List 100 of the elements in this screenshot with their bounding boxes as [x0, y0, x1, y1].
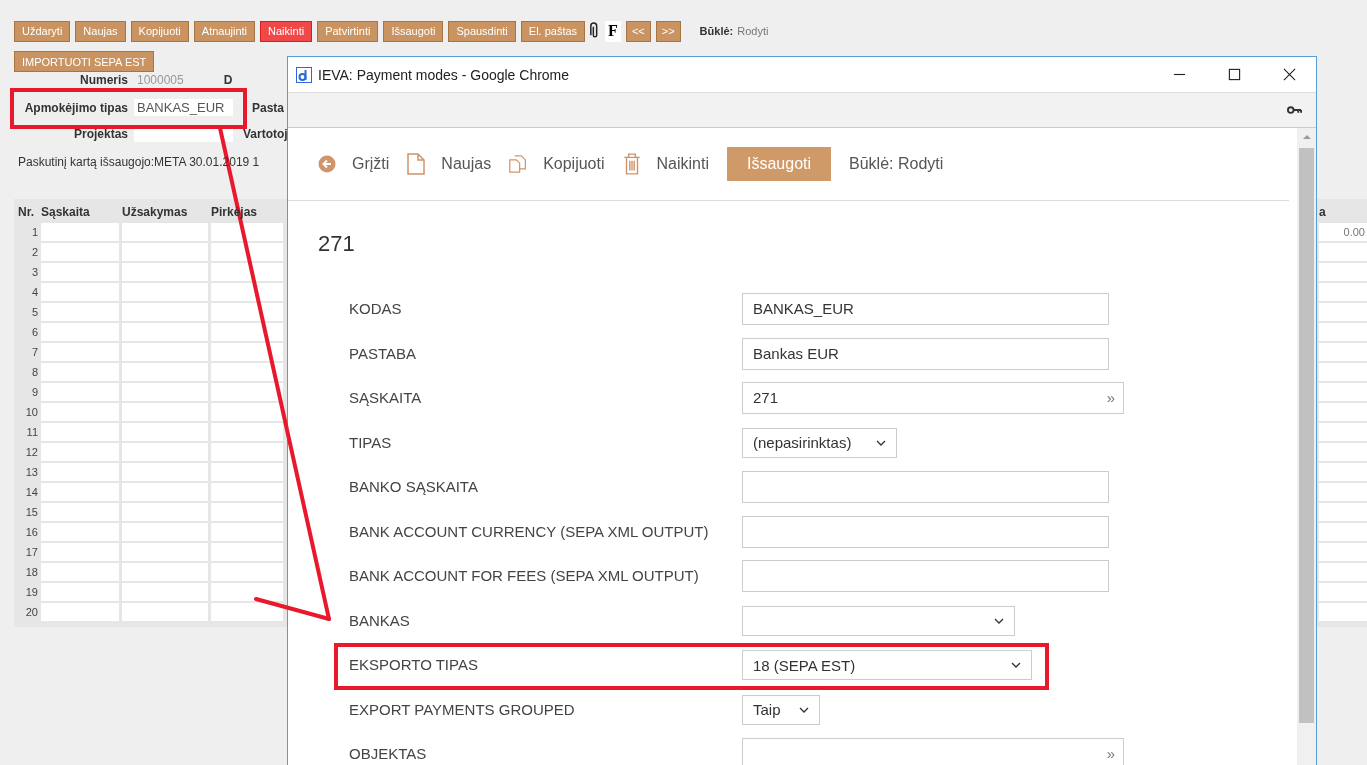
previous-button[interactable]: << [625, 20, 651, 42]
next-button[interactable]: >> [655, 20, 681, 42]
table-cell[interactable] [211, 543, 283, 561]
dropdown[interactable]: (nepasirinktas) [742, 427, 897, 458]
table-cell[interactable] [41, 363, 119, 381]
table-cell[interactable] [41, 383, 119, 401]
table-cell[interactable] [1319, 603, 1367, 621]
input-field[interactable] [742, 471, 1109, 503]
table-cell[interactable] [1319, 383, 1367, 401]
table-cell[interactable] [41, 283, 119, 301]
table-cell[interactable] [211, 223, 283, 241]
field-value[interactable]: BANKAS_EUR [134, 99, 233, 116]
table-cell[interactable] [1319, 423, 1367, 441]
table-cell[interactable] [122, 563, 208, 581]
table-cell[interactable] [1319, 503, 1367, 521]
toolbar-button[interactable]: Kopijuoti [130, 20, 189, 42]
toolbar-button[interactable]: Atnaujinti [193, 20, 256, 42]
table-cell[interactable] [211, 303, 283, 321]
scrollbar[interactable] [1297, 128, 1316, 765]
import-button[interactable]: IMPORTUOTI SEPA EST [14, 51, 155, 72]
table-cell[interactable] [122, 423, 208, 441]
table-cell[interactable] [122, 303, 208, 321]
dropdown[interactable]: 18 (SEPA EST) [742, 650, 1032, 680]
table-cell[interactable] [211, 403, 283, 421]
table-cell[interactable] [122, 243, 208, 261]
table-cell[interactable] [41, 303, 119, 321]
table-cell[interactable] [211, 283, 283, 301]
table-cell[interactable] [122, 403, 208, 421]
table-cell[interactable] [41, 503, 119, 521]
input-field[interactable]: Bankas EUR [742, 337, 1109, 370]
table-cell[interactable] [211, 583, 283, 601]
table-cell[interactable] [211, 523, 283, 541]
table-cell[interactable] [122, 323, 208, 341]
table-cell[interactable] [1319, 343, 1367, 361]
table-cell[interactable] [1319, 563, 1367, 581]
table-cell[interactable] [1319, 323, 1367, 341]
table-cell[interactable] [122, 283, 208, 301]
table-cell[interactable] [122, 503, 208, 521]
table-cell[interactable] [211, 563, 283, 581]
table-cell[interactable] [41, 343, 119, 361]
toolbar-button[interactable]: Naujas [75, 20, 126, 42]
table-cell[interactable] [122, 343, 208, 361]
table-cell[interactable] [211, 263, 283, 281]
lookup-field[interactable]: » [742, 738, 1124, 765]
table-cell[interactable] [1319, 303, 1367, 321]
table-cell[interactable]: 0.00 [1319, 223, 1367, 241]
table-cell[interactable] [1319, 403, 1367, 421]
toolbar-button[interactable]: Spausdinti [448, 20, 516, 42]
toolbar-button[interactable]: Patvirtinti [317, 20, 379, 42]
table-cell[interactable] [1319, 583, 1367, 601]
table-cell[interactable] [1319, 263, 1367, 281]
table-cell[interactable] [122, 583, 208, 601]
toolbar-button[interactable]: El. paštas [520, 20, 586, 42]
table-cell[interactable] [122, 263, 208, 281]
table-cell[interactable] [122, 383, 208, 401]
table-cell[interactable] [211, 503, 283, 521]
table-cell[interactable] [41, 583, 119, 601]
input-field[interactable]: BANKAS_EUR [742, 293, 1109, 325]
table-cell[interactable] [211, 383, 283, 401]
table-cell[interactable] [1319, 523, 1367, 541]
table-cell[interactable] [211, 603, 283, 621]
toolbar-button[interactable]: Kopijuoti [509, 153, 605, 175]
lookup-field[interactable]: 271 » [742, 382, 1124, 414]
table-cell[interactable] [211, 443, 283, 461]
table-cell[interactable] [41, 483, 119, 501]
save-button[interactable]: Išsaugoti [727, 147, 832, 181]
table-cell[interactable] [1319, 363, 1367, 381]
table-cell[interactable] [41, 603, 119, 621]
table-cell[interactable] [211, 323, 283, 341]
table-cell[interactable] [211, 343, 283, 361]
close-icon[interactable] [1283, 68, 1296, 81]
table-cell[interactable] [122, 483, 208, 501]
table-cell[interactable] [41, 523, 119, 541]
table-cell[interactable] [41, 443, 119, 461]
table-cell[interactable] [1319, 443, 1367, 461]
scroll-up-icon[interactable] [1302, 134, 1311, 140]
toolbar-button[interactable]: Išsaugoti [383, 20, 444, 42]
toolbar-button[interactable]: Grįžti [318, 155, 390, 173]
table-cell[interactable] [122, 603, 208, 621]
input-field[interactable] [742, 515, 1109, 548]
key-icon[interactable] [1287, 105, 1302, 115]
table-cell[interactable] [122, 223, 208, 241]
toolbar-button[interactable]: Naikinti [622, 153, 709, 175]
table-cell[interactable] [41, 223, 119, 241]
toolbar-button[interactable]: Naujas [407, 153, 492, 175]
table-cell[interactable] [1319, 483, 1367, 501]
table-cell[interactable] [211, 243, 283, 261]
table-cell[interactable] [1319, 283, 1367, 301]
table-cell[interactable] [1319, 243, 1367, 261]
font-button[interactable]: F [605, 20, 621, 42]
table-cell[interactable] [122, 363, 208, 381]
table-cell[interactable] [41, 463, 119, 481]
table-cell[interactable] [41, 563, 119, 581]
table-cell[interactable] [41, 323, 119, 341]
toolbar-button[interactable]: Naikinti [260, 20, 313, 42]
table-cell[interactable] [41, 403, 119, 421]
maximize-icon[interactable] [1228, 68, 1241, 81]
table-cell[interactable] [122, 463, 208, 481]
table-cell[interactable] [41, 263, 119, 281]
table-cell[interactable] [122, 523, 208, 541]
